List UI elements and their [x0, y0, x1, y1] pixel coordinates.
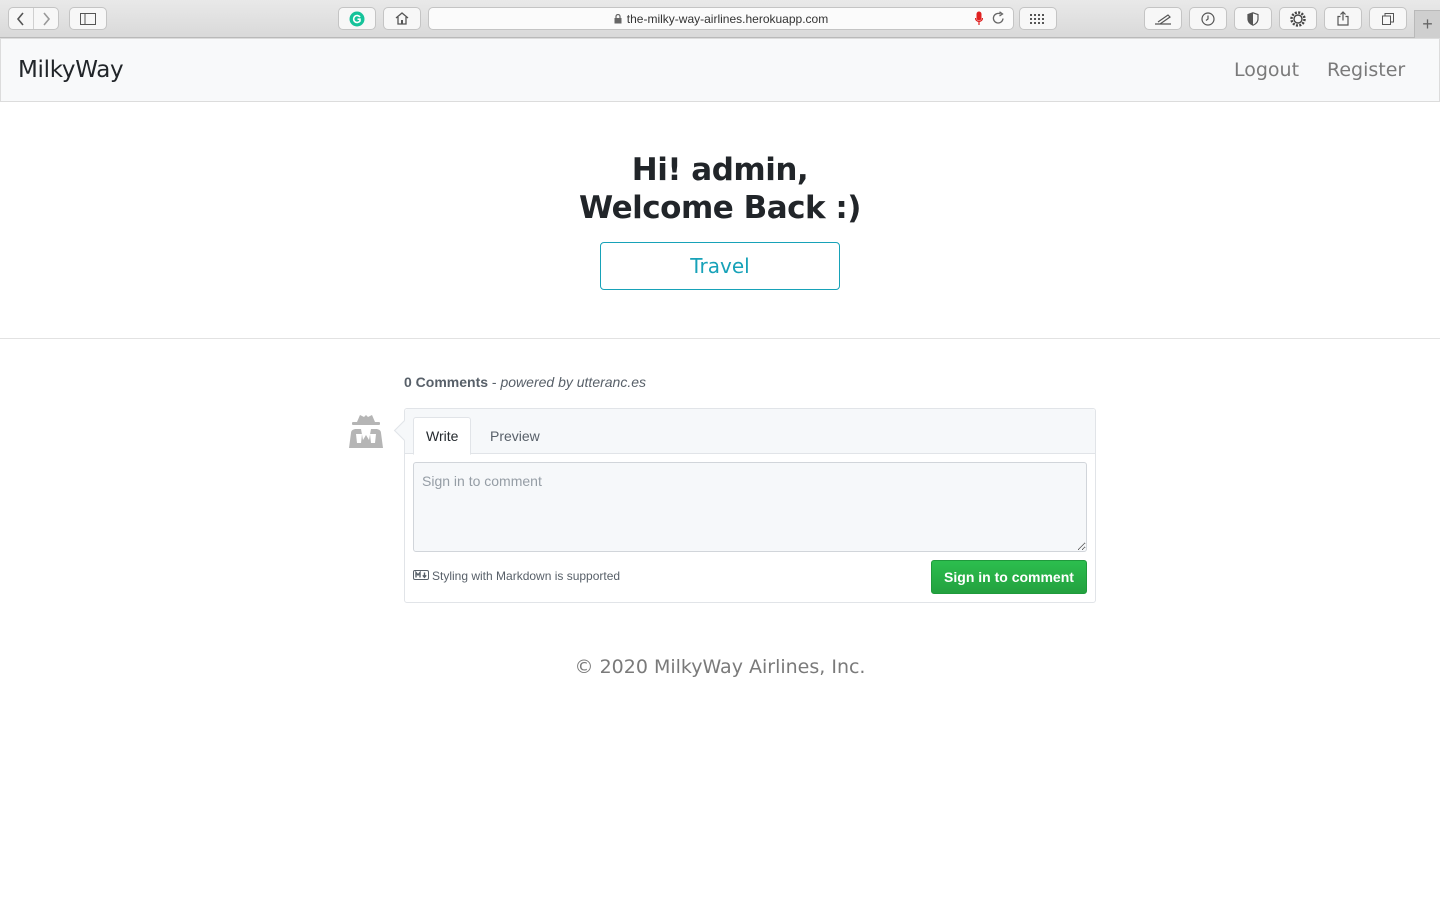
home-icon[interactable]: [383, 7, 421, 30]
pen-icon[interactable]: [1144, 7, 1182, 30]
comment-box: Write Preview Styling with Markdown is s…: [404, 408, 1096, 603]
share-icon[interactable]: [1324, 7, 1362, 30]
tab-write[interactable]: Write: [413, 417, 472, 455]
tabs-overview-icon[interactable]: [1369, 7, 1407, 30]
microphone-icon[interactable]: [974, 11, 984, 31]
markdown-icon: [413, 569, 429, 583]
logout-link[interactable]: Logout: [1234, 59, 1299, 81]
sign-in-to-comment-button[interactable]: Sign in to comment: [931, 560, 1087, 594]
site-navbar: MilkyWay Logout Register: [0, 38, 1440, 102]
comments-count: 0 Comments: [404, 374, 489, 390]
travel-button[interactable]: Travel: [600, 242, 840, 290]
comments-header: 0 Comments - powered by utteranc.es: [404, 374, 646, 390]
forward-icon[interactable]: [33, 8, 58, 29]
reload-icon[interactable]: [992, 11, 1005, 30]
comment-tabbar: Write Preview: [405, 409, 1095, 455]
browser-toolbar: the-milky-way-airlines.herokuapp.com +: [0, 0, 1440, 38]
greeting-heading: Hi! admin,: [631, 152, 809, 188]
url-text: the-milky-way-airlines.herokuapp.com: [626, 12, 829, 26]
address-bar[interactable]: the-milky-way-airlines.herokuapp.com: [428, 7, 1014, 30]
lock-icon: [614, 13, 622, 27]
new-tab-button[interactable]: +: [1414, 10, 1440, 38]
gear-icon[interactable]: [1279, 7, 1317, 30]
brand-logo[interactable]: MilkyWay: [18, 57, 124, 83]
sidebar-toggle-icon[interactable]: [69, 7, 107, 30]
register-link[interactable]: Register: [1327, 59, 1405, 81]
anonymous-avatar-icon: [346, 412, 386, 450]
back-icon[interactable]: [9, 8, 33, 29]
markdown-note-text: Styling with Markdown is supported: [432, 569, 621, 583]
clock-icon[interactable]: [1189, 7, 1227, 30]
grammarly-icon[interactable]: [338, 7, 376, 30]
history-nav: [8, 7, 59, 30]
comments-separator: -: [488, 374, 501, 390]
footer-copyright: © 2020 MilkyWay Airlines, Inc.: [574, 656, 866, 678]
comment-textarea[interactable]: [413, 462, 1087, 552]
powered-by-link[interactable]: powered by utteranc.es: [500, 374, 646, 390]
apps-grid-icon[interactable]: [1019, 7, 1057, 30]
markdown-note: Styling with Markdown is supported: [413, 569, 620, 583]
welcome-back-heading: Welcome Back :): [579, 190, 861, 226]
shield-icon[interactable]: [1234, 7, 1272, 30]
welcome-section: Hi! admin, Welcome Back :) Travel: [0, 102, 1440, 339]
tab-preview[interactable]: Preview: [478, 417, 552, 455]
